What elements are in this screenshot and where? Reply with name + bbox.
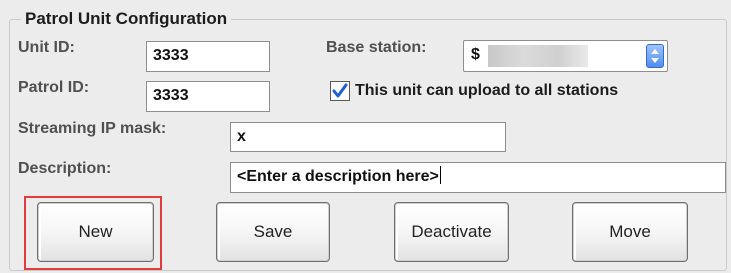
upload-all-label: This unit can upload to all stations: [355, 82, 619, 99]
unit-id-field[interactable]: 3333: [146, 41, 270, 72]
base-station-select[interactable]: $: [463, 40, 668, 72]
redacted-station-name: [488, 45, 588, 67]
move-button[interactable]: Move: [572, 202, 688, 262]
text-caret: [439, 166, 441, 184]
config-panel: Patrol Unit Configuration Unit ID: 3333 …: [0, 0, 731, 273]
streaming-ip-mask-field[interactable]: x: [230, 122, 506, 152]
checkmark-icon: [332, 83, 348, 98]
unit-id-label: Unit ID:: [18, 39, 75, 56]
select-updown-icon[interactable]: [646, 44, 664, 68]
patrol-id-field[interactable]: 3333: [146, 81, 270, 112]
description-field[interactable]: <Enter a description here>: [230, 162, 726, 193]
streaming-ip-mask-label: Streaming IP mask:: [18, 120, 167, 137]
base-station-value: $: [471, 46, 480, 63]
group-title: Patrol Unit Configuration: [21, 9, 232, 29]
patrol-id-label: Patrol ID:: [18, 79, 90, 96]
save-button[interactable]: Save: [216, 202, 330, 262]
deactivate-button[interactable]: Deactivate: [394, 202, 509, 262]
base-station-label: Base station:: [326, 39, 427, 56]
description-label: Description:: [18, 160, 112, 177]
upload-all-checkbox[interactable]: [330, 81, 350, 101]
new-button[interactable]: New: [37, 202, 154, 262]
description-value: <Enter a description here>: [237, 168, 439, 185]
